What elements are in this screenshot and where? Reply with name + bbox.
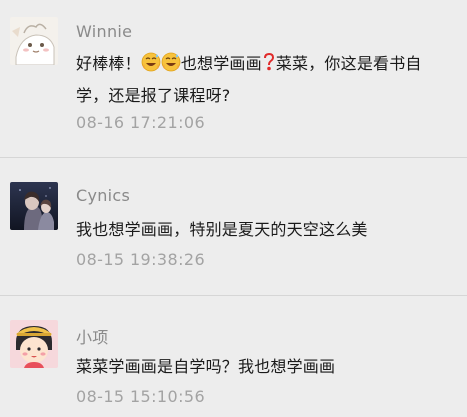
username[interactable]: Cynics xyxy=(76,186,130,205)
comment-text: 好棒棒！ 也想学画画 菜菜，你这是看书自学，还是报了课程呀? xyxy=(76,49,436,110)
cartoon-girl-avatar-icon xyxy=(10,320,58,368)
cartoon-cat-avatar-icon xyxy=(10,17,58,65)
timestamp: 08-15 15:10:56 xyxy=(76,387,206,406)
avatar[interactable] xyxy=(10,182,58,230)
red-question-mark-icon xyxy=(262,52,276,81)
comment-text: 我也想学画画，特别是夏天的天空这么美 xyxy=(76,220,368,239)
comment-text-segment: 也想学画画 xyxy=(180,54,262,73)
comment-item: Winnie 好棒棒！ 也想学画画 菜菜，你这是看书自学，还是报了课程呀? 08-1… xyxy=(0,0,467,157)
avatar[interactable] xyxy=(10,17,58,65)
comment-item: 小项 菜菜学画画是自学吗？我也想学画画 08-15 15:10:56 xyxy=(0,295,467,417)
comment-item: Cynics 我也想学画画，特别是夏天的天空这么美 08-15 19:38:26 xyxy=(0,157,467,295)
timestamp: 08-15 19:38:26 xyxy=(76,250,206,269)
grinning-sweat-emoji-icon xyxy=(161,52,181,81)
timestamp: 08-16 17:21:06 xyxy=(76,113,206,132)
comment-feed: Winnie 好棒棒！ 也想学画画 菜菜，你这是看书自学，还是报了课程呀? 08-1… xyxy=(0,0,467,417)
comment-text-segment: 好棒棒！ xyxy=(76,54,141,73)
grinning-sweat-emoji-icon xyxy=(141,52,161,81)
comment-text: 菜菜学画画是自学吗？我也想学画画 xyxy=(76,357,336,376)
username[interactable]: 小项 xyxy=(76,324,109,348)
username[interactable]: Winnie xyxy=(76,22,132,41)
avatar[interactable] xyxy=(10,320,58,368)
anime-couple-avatar-icon xyxy=(10,182,58,230)
